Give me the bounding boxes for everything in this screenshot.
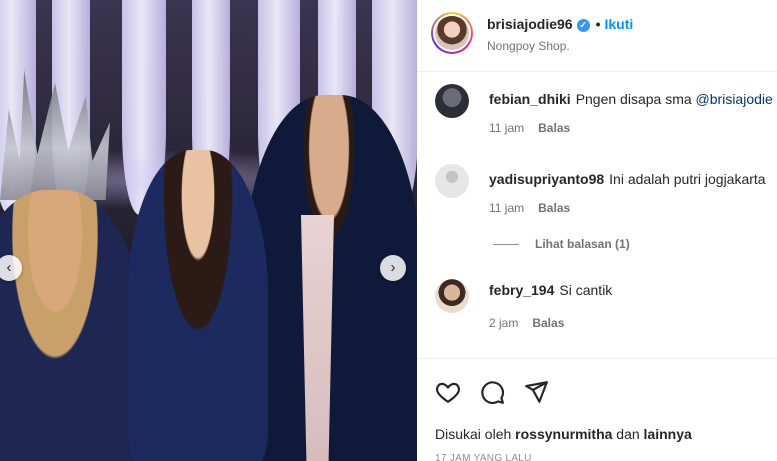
- reply-button[interactable]: Balas: [538, 121, 570, 135]
- share-icon[interactable]: [523, 379, 549, 405]
- post-timestamp[interactable]: 17 JAM YANG LALU: [435, 453, 532, 461]
- comment-time: 11 jam: [489, 201, 525, 215]
- view-replies-label: Lihat balasan (1): [535, 237, 630, 251]
- avatar[interactable]: [431, 12, 473, 54]
- separator-dot: •: [595, 16, 601, 32]
- likes-conjunction: dan: [616, 426, 640, 442]
- verified-badge-icon: ✓: [576, 19, 590, 32]
- comment-time: 2 jam: [489, 316, 519, 330]
- post-photo[interactable]: ‹ ›: [0, 0, 417, 461]
- comment-icon[interactable]: [479, 379, 505, 405]
- person-center: [128, 150, 268, 461]
- chevron-right-icon: ›: [390, 259, 396, 276]
- heart-icon[interactable]: [435, 379, 461, 405]
- liker-username[interactable]: rossynurmitha: [515, 426, 612, 442]
- likes-prefix: Disukai oleh: [435, 426, 512, 442]
- follow-button[interactable]: Ikuti: [605, 16, 634, 32]
- likes-others-link[interactable]: lainnya: [644, 426, 692, 442]
- comments-list[interactable]: febian_dhiki Pngen disapa sma @brisiajodi…: [417, 73, 777, 358]
- comment-username[interactable]: yadisupriyanto98: [489, 171, 604, 187]
- next-photo-button[interactable]: ›: [380, 255, 406, 281]
- comment-avatar[interactable]: [435, 279, 469, 313]
- comment-text: Ini adalah putri jogjakarta: [609, 171, 766, 187]
- comment-text: Si cantik: [559, 282, 613, 298]
- comment-username[interactable]: febian_dhiki: [489, 91, 571, 107]
- comment-mention[interactable]: @brisiajodie: [696, 91, 773, 107]
- comment-username[interactable]: febry_194: [489, 282, 554, 298]
- view-replies-button[interactable]: Lihat balasan (1): [493, 237, 630, 251]
- reply-button[interactable]: Balas: [532, 316, 564, 330]
- comment-text: Pngen disapa sma: [575, 91, 692, 107]
- comment-time: 11 jam: [489, 121, 525, 135]
- chevron-left-icon: ‹: [6, 259, 12, 276]
- post-side-panel: brisiajodie96 ✓ • Ikuti Nongpoy Shop. febia…: [417, 0, 777, 461]
- post-header: brisiajodie96 ✓ • Ikuti Nongpoy Shop.: [417, 0, 777, 72]
- post-actions: Disukai oleh rossynurmitha dan lainnya 1…: [417, 358, 777, 461]
- post-subtitle: Nongpoy Shop.: [487, 39, 570, 53]
- person-left: [0, 190, 140, 461]
- likes-summary: Disukai oleh rossynurmitha dan lainnya: [435, 426, 692, 442]
- comment-avatar[interactable]: [435, 164, 469, 198]
- reply-button[interactable]: Balas: [538, 201, 570, 215]
- author-username[interactable]: brisiajodie96: [487, 16, 573, 32]
- comment-avatar[interactable]: [435, 84, 469, 118]
- divider-line: [493, 244, 519, 246]
